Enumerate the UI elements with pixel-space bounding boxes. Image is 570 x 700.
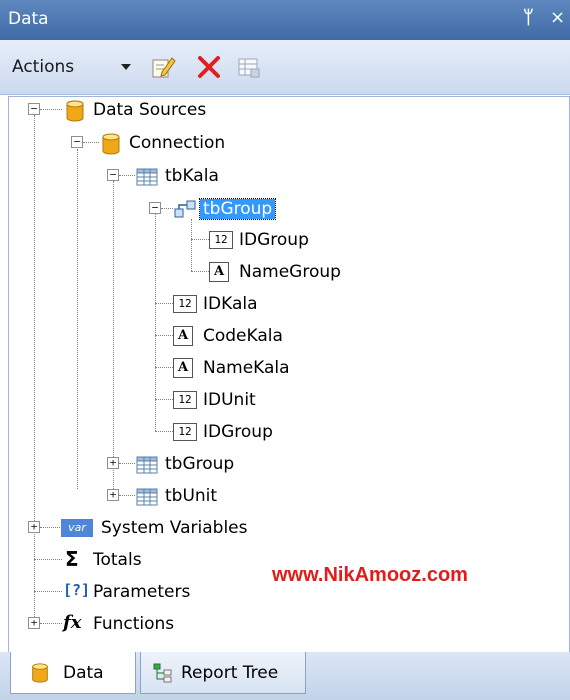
numeric-field-icon: 12 — [173, 391, 197, 409]
expand-toggle[interactable]: + — [107, 489, 119, 501]
expand-toggle[interactable]: + — [107, 457, 119, 469]
tree-connector — [40, 623, 62, 624]
tab-report-tree[interactable]: Report Tree — [140, 652, 306, 694]
tree-node-label: IDGroup — [239, 230, 309, 250]
tree-node-label: IDKala — [203, 294, 258, 314]
collapse-toggle[interactable]: − — [28, 103, 40, 115]
function-icon: fx — [63, 612, 82, 633]
tree-connector — [155, 303, 173, 304]
edit-icon[interactable] — [150, 54, 176, 80]
panel-title-bar: Data ᛘ × — [0, 0, 570, 40]
numeric-field-icon: 12 — [173, 295, 197, 313]
tree-node-label: System Variables — [101, 518, 248, 538]
toolbar: Actions — [0, 40, 570, 95]
collapse-toggle[interactable]: − — [149, 202, 161, 214]
numeric-field-icon: 12 — [209, 231, 233, 249]
relation-icon — [174, 200, 196, 218]
tree-connector — [113, 181, 114, 489]
watermark-text: www.NikAmooz.com — [272, 564, 468, 586]
grid-properties-icon[interactable] — [236, 54, 262, 80]
pin-icon[interactable]: ᛘ — [523, 7, 534, 28]
tree-connector — [191, 271, 209, 272]
actions-menu-button[interactable]: Actions — [12, 57, 74, 77]
tree-connector — [34, 559, 62, 560]
database-icon — [32, 663, 48, 683]
tree-connector — [34, 591, 62, 592]
close-icon[interactable]: × — [550, 7, 565, 28]
text-field-icon: A — [173, 326, 193, 346]
tab-label: Report Tree — [181, 663, 279, 683]
variable-icon: var — [61, 519, 93, 537]
parameter-icon: [?] — [63, 581, 91, 599]
table-icon — [136, 456, 158, 474]
expand-toggle[interactable]: + — [28, 521, 40, 533]
table-icon — [136, 488, 158, 506]
expand-toggle[interactable]: + — [28, 617, 40, 629]
tree-connector — [155, 335, 173, 336]
text-field-icon: A — [209, 262, 229, 282]
tree-node-label: tbGroup — [198, 198, 277, 220]
tree-node-label: NameKala — [203, 358, 290, 378]
tree-connector — [40, 109, 62, 110]
tree-connector — [155, 431, 173, 432]
tree-connector — [34, 115, 35, 627]
tree-node-label: CodeKala — [203, 326, 283, 346]
tree-connector — [191, 239, 209, 240]
tree-connector — [119, 175, 135, 176]
tree-node-label: Totals — [93, 550, 142, 570]
collapse-toggle[interactable]: − — [107, 169, 119, 181]
database-icon — [66, 100, 84, 122]
tree-connector — [155, 399, 173, 400]
tree-connector — [155, 367, 173, 368]
chevron-down-icon[interactable] — [121, 64, 131, 70]
data-tree: − − − − + + + + Data Sources Connection … — [8, 96, 570, 653]
table-icon — [136, 168, 158, 186]
tree-connector — [119, 463, 135, 464]
tree-connector — [83, 142, 99, 143]
collapse-toggle[interactable]: − — [71, 136, 83, 148]
tree-node-label: Functions — [93, 614, 175, 634]
delete-icon[interactable] — [196, 54, 222, 80]
report-tree-icon — [153, 663, 172, 683]
database-icon — [102, 133, 120, 155]
sum-icon: Σ — [65, 547, 79, 571]
numeric-field-icon: 12 — [173, 423, 197, 441]
text-field-icon: A — [173, 358, 193, 378]
tree-node-label: Data Sources — [93, 100, 207, 120]
tree-node-label: IDUnit — [203, 390, 256, 410]
tab-data[interactable]: Data — [10, 652, 136, 694]
tree-node-label: IDGroup — [203, 422, 273, 442]
panel-tab-strip: Data Report Tree — [0, 652, 570, 700]
tree-node-label: tbUnit — [165, 486, 218, 506]
tree-connector — [40, 527, 60, 528]
tree-node-label: Connection — [129, 133, 226, 153]
tab-label: Data — [63, 663, 104, 683]
panel-title: Data — [8, 9, 49, 29]
tree-node-label: tbKala — [165, 166, 219, 186]
tree-connector — [191, 219, 192, 271]
tree-node-label: NameGroup — [239, 262, 341, 282]
tree-connector — [161, 208, 173, 209]
tree-connector — [77, 149, 78, 489]
tree-connector — [119, 495, 135, 496]
tree-node-label: tbGroup — [165, 454, 235, 474]
tree-node-label: Parameters — [93, 582, 191, 602]
